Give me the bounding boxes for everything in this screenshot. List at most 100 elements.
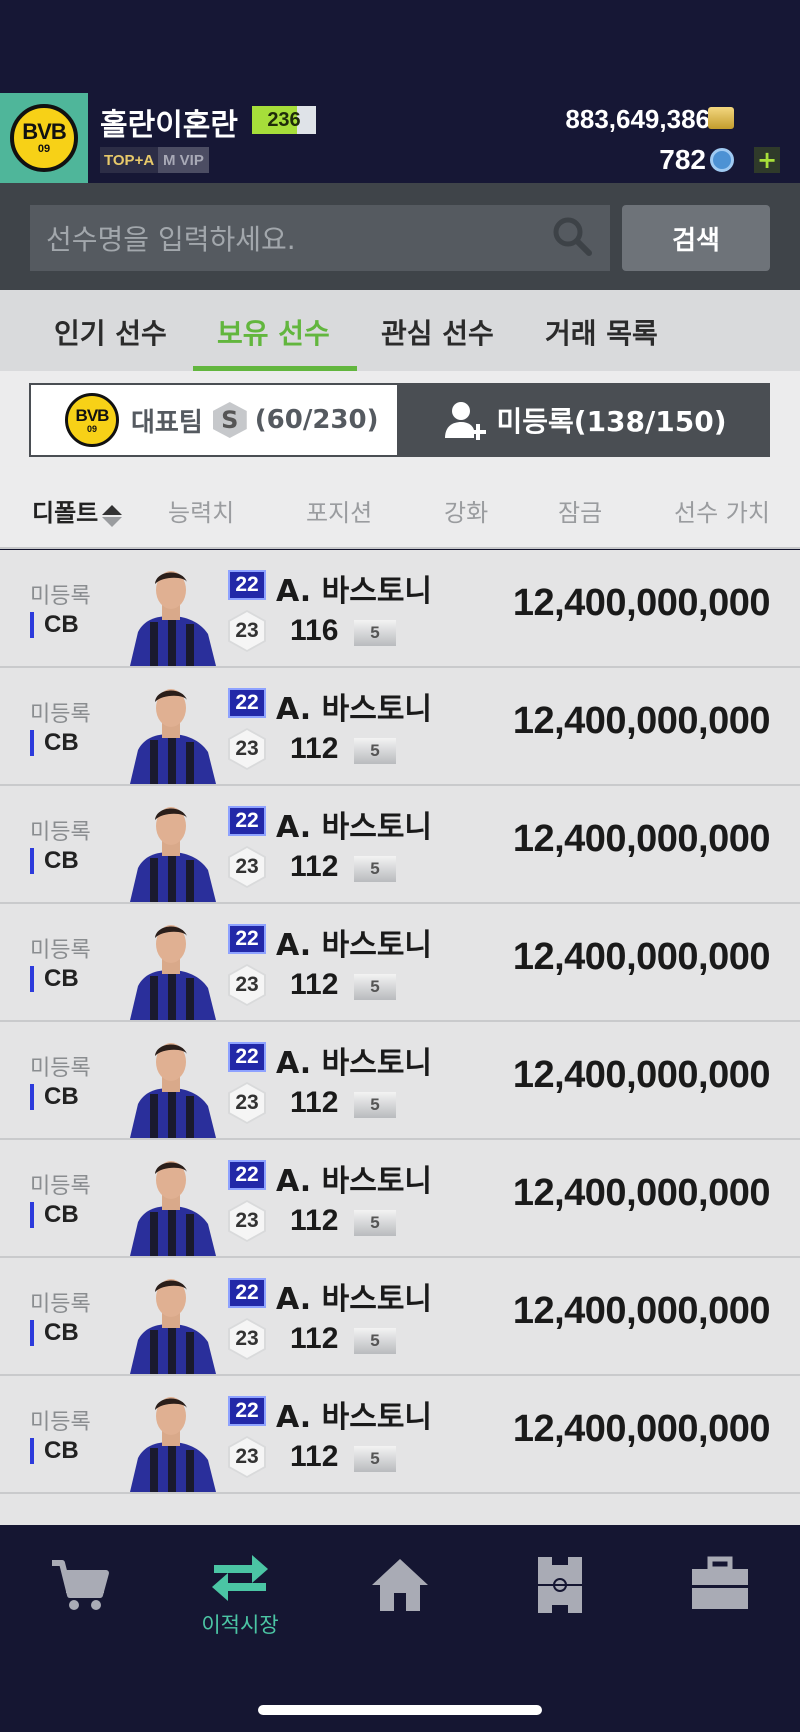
- search-icon[interactable]: [550, 214, 594, 258]
- nav-shop[interactable]: [20, 1553, 140, 1653]
- player-position: CB: [30, 612, 79, 638]
- bottom-navigation: 이적시장: [0, 1525, 800, 1732]
- sort-position[interactable]: 포지션: [306, 493, 372, 528]
- player-name: A. 바스토니: [276, 692, 433, 727]
- player-row[interactable]: 미등록 CB 22 A. 바스토니 23 112 5 12,400,000,00…: [0, 1022, 800, 1140]
- representative-team-label: 대표팀: [131, 407, 203, 438]
- fc-coin-icon: [710, 148, 734, 172]
- grade-badge: 23: [228, 1082, 266, 1124]
- grade-badge: 23: [228, 846, 266, 888]
- player-portrait-icon: [130, 1397, 216, 1492]
- registration-status: 미등록: [30, 1410, 91, 1435]
- player-row[interactable]: 미등록 CB 22 A. 바스토니 23 112 5 12,400,000,00…: [0, 1140, 800, 1258]
- transfer-icon: [212, 1555, 268, 1601]
- player-name: A. 바스토니: [276, 810, 433, 845]
- grade-badge: 23: [228, 1436, 266, 1478]
- unregistered-label: 미등록(138/150): [496, 405, 727, 438]
- sort-down-icon: [102, 517, 123, 527]
- player-portrait-icon: [130, 1279, 216, 1374]
- home-indicator[interactable]: [258, 1705, 542, 1715]
- grade-badge: 23: [228, 728, 266, 770]
- representative-team-button[interactable]: BVB 09 대표팀 S (60/230): [29, 383, 399, 457]
- tab-popular[interactable]: 인기 선수: [54, 312, 167, 352]
- player-name: A. 바스토니: [276, 928, 433, 963]
- registration-status: 미등록: [30, 1174, 91, 1199]
- add-currency-button[interactable]: +: [754, 147, 780, 173]
- season-badge: 22: [228, 1042, 266, 1072]
- sort-header: 디폴트 능력치 포지션 강화 잠금 선수 가치: [0, 467, 800, 549]
- player-portrait-icon: [130, 1043, 216, 1138]
- season-badge: 22: [228, 1278, 266, 1308]
- player-portrait-icon: [130, 807, 216, 902]
- sort-up-icon: [102, 505, 123, 515]
- player-value: 12,400,000,000: [512, 1172, 771, 1214]
- sort-value[interactable]: 선수 가치: [674, 493, 770, 528]
- nav-home[interactable]: [340, 1553, 460, 1653]
- player-value: 12,400,000,000: [512, 1290, 771, 1332]
- cart-icon: [52, 1560, 109, 1610]
- player-ovr: 112: [290, 1086, 339, 1119]
- season-badge: 22: [228, 688, 266, 718]
- player-portrait-icon: [130, 571, 216, 666]
- tab-owned[interactable]: 보유 선수: [217, 312, 330, 352]
- season-badge: 22: [228, 1396, 266, 1426]
- nav-club[interactable]: [660, 1553, 780, 1653]
- enhance-badge: 5: [354, 856, 396, 882]
- sort-lock[interactable]: 잠금: [558, 493, 602, 528]
- tab-trade-list[interactable]: 거래 목록: [545, 312, 658, 352]
- player-row[interactable]: 미등록 CB 22 A. 바스토니 23 112 5 12,400,000,00…: [0, 1258, 800, 1376]
- player-position: CB: [30, 730, 79, 756]
- bvb-crest-icon: BVB 09: [65, 393, 119, 447]
- player-value: 12,400,000,000: [512, 700, 771, 742]
- registration-status: 미등록: [30, 702, 91, 727]
- search-bar: 선수명을 입력하세요. 검색: [0, 183, 800, 290]
- enhance-badge: 5: [354, 738, 396, 764]
- player-value: 12,400,000,000: [512, 818, 771, 860]
- sort-default[interactable]: 디폴트: [32, 493, 123, 528]
- player-list: 미등록 CB 22 A. 바스토니 23 116 5 12,400,000,00…: [0, 550, 800, 1525]
- player-name: A. 바스토니: [276, 1400, 433, 1435]
- nav-squad[interactable]: [500, 1553, 620, 1653]
- player-row[interactable]: 미등록 CB 22 A. 바스토니 23 116 5 12,400,000,00…: [0, 550, 800, 668]
- player-ovr: 112: [290, 850, 339, 883]
- enhance-badge: 5: [354, 620, 396, 646]
- rank-tag: TOP+A: [100, 147, 159, 173]
- player-portrait-icon: [130, 689, 216, 784]
- player-row[interactable]: 미등록 CB 22 A. 바스토니 23 112 5 12,400,000,00…: [0, 786, 800, 904]
- player-row[interactable]: 미등록 CB 22 A. 바스토니 23 112 5 12,400,000,00…: [0, 668, 800, 786]
- sort-enhance[interactable]: 강화: [444, 493, 488, 528]
- player-ovr: 112: [290, 1440, 339, 1473]
- top-header: BVB 09 홀란이혼란 236 TOP+A M VIP 883,649,386…: [0, 0, 800, 183]
- player-position: CB: [30, 1438, 79, 1464]
- enhance-badge: 5: [354, 1092, 396, 1118]
- season-badge: 22: [228, 1160, 266, 1190]
- player-search-input[interactable]: 선수명을 입력하세요.: [30, 205, 610, 271]
- bp-coin-icon: [708, 107, 734, 129]
- player-position: CB: [30, 966, 79, 992]
- season-badge: 22: [228, 924, 266, 954]
- player-ovr: 112: [290, 732, 339, 765]
- player-portrait-icon: [130, 925, 216, 1020]
- vip-tag: M VIP: [158, 147, 209, 173]
- unregistered-button[interactable]: 미등록(138/150): [399, 383, 770, 457]
- player-name: A. 바스토니: [276, 1282, 433, 1317]
- player-portrait-icon: [130, 1161, 216, 1256]
- player-ovr: 112: [290, 1322, 339, 1355]
- search-button[interactable]: 검색: [622, 205, 770, 271]
- player-row[interactable]: 미등록 CB 22 A. 바스토니 23 112 5 12,400,000,00…: [0, 1376, 800, 1494]
- player-row[interactable]: 미등록 CB 22 A. 바스토니 23 112 5 12,400,000,00…: [0, 904, 800, 1022]
- squad-toggle: BVB 09 대표팀 S (60/230) 미등록(138/150): [0, 371, 800, 467]
- market-tabs: 인기 선수 보유 선수 관심 선수 거래 목록: [0, 290, 800, 371]
- sort-ability[interactable]: 능력치: [168, 493, 234, 528]
- grade-badge: 23: [228, 610, 266, 652]
- level-badge: 236: [252, 106, 316, 134]
- player-position: CB: [30, 848, 79, 874]
- nav-transfer-market[interactable]: 이적시장: [180, 1553, 300, 1653]
- enhance-badge: 5: [354, 1328, 396, 1354]
- club-logo[interactable]: BVB 09: [0, 93, 88, 183]
- player-ovr: 112: [290, 1204, 339, 1237]
- player-value: 12,400,000,000: [512, 582, 771, 624]
- grade-badge: 23: [228, 964, 266, 1006]
- registration-status: 미등록: [30, 1292, 91, 1317]
- tab-watchlist[interactable]: 관심 선수: [381, 312, 494, 352]
